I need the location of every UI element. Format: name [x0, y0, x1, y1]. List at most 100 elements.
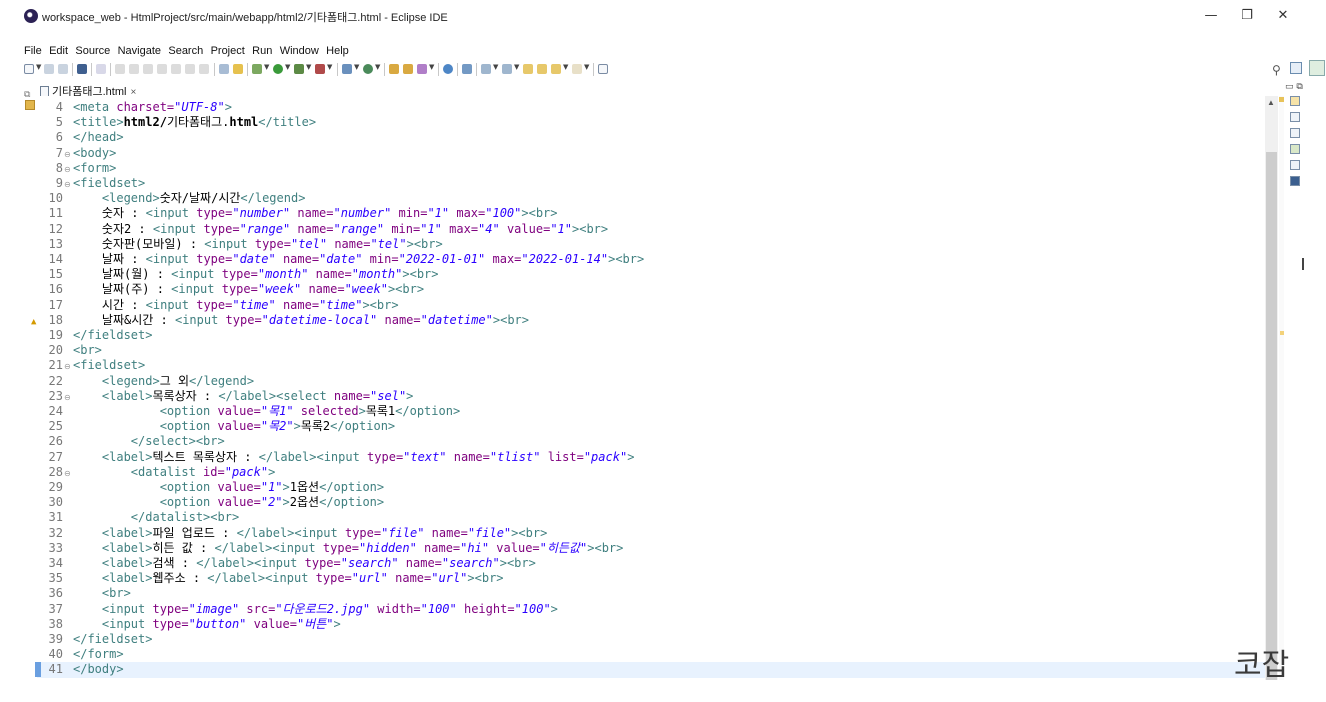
chevron-down-icon[interactable]: ▼: [327, 63, 332, 71]
scroll-up-icon[interactable]: ▲: [1267, 98, 1275, 107]
code-line[interactable]: 39 </fieldset>: [37, 632, 1265, 647]
overview-marker[interactable]: [1280, 331, 1284, 335]
new-server-icon[interactable]: [342, 64, 352, 74]
menu-help[interactable]: Help: [326, 45, 349, 57]
code-line[interactable]: 38 <input type="button" value="버튼">: [37, 617, 1265, 632]
menu-navigate[interactable]: Navigate: [118, 45, 161, 57]
task-list-icon[interactable]: [1290, 112, 1300, 122]
chevron-down-icon[interactable]: ▼: [514, 63, 519, 71]
save-icon[interactable]: [44, 64, 54, 74]
code-line[interactable]: 11 숫자 : <input type="number" name="numbe…: [37, 206, 1265, 221]
code-line[interactable]: 18 ▲ 날짜&시간 : <input type="datetime-local"…: [31, 313, 1265, 328]
skip-breakpoints-icon[interactable]: [96, 64, 106, 74]
chevron-down-icon[interactable]: ▼: [36, 63, 41, 71]
code-line[interactable]: 21 ⊖ <fieldset>: [37, 358, 1265, 373]
menu-edit[interactable]: Edit: [49, 45, 68, 57]
menu-file[interactable]: File: [24, 45, 42, 57]
code-line[interactable]: 26 </select><br>: [37, 434, 1265, 449]
new-file-icon[interactable]: [24, 64, 34, 74]
annotation-icon[interactable]: [462, 64, 472, 74]
code-line[interactable]: 16 날짜(주) : <input type="week" name="week…: [37, 282, 1265, 297]
search-icon[interactable]: ⚲: [1272, 63, 1281, 77]
back-arrow-icon[interactable]: [551, 64, 561, 74]
properties-icon[interactable]: [1290, 128, 1300, 138]
code-line[interactable]: 23 ⊖ <label>목록상자 : </label><select name="…: [37, 389, 1265, 404]
debug-icon[interactable]: [252, 64, 262, 74]
code-line[interactable]: 13 숫자판(모바일) : <input type="tel" name="te…: [37, 237, 1265, 252]
overview-marker[interactable]: [1279, 97, 1284, 102]
overview-ruler[interactable]: [1279, 96, 1284, 680]
back-icon[interactable]: [537, 64, 547, 74]
code-line[interactable]: 31 </datalist><br>: [37, 510, 1265, 525]
chevron-down-icon[interactable]: ▼: [264, 63, 269, 71]
code-line[interactable]: 34 <label>검색 : </label><input type="sear…: [37, 556, 1265, 571]
code-line[interactable]: 37 <input type="image" src="다운로드2.jpg" w…: [37, 602, 1265, 617]
fold-toggle-icon[interactable]: ⊖: [64, 359, 71, 374]
restore-icon[interactable]: ⧉: [24, 89, 30, 100]
scrollbar-thumb[interactable]: [1266, 152, 1277, 680]
external-tools-icon[interactable]: [315, 64, 325, 74]
code-line[interactable]: 22 <legend>그 외</legend>: [37, 374, 1265, 389]
minimize-button[interactable]: —: [1194, 4, 1228, 28]
fold-toggle-icon[interactable]: ⊖: [64, 390, 71, 405]
open-task-icon[interactable]: [403, 64, 413, 74]
search-icon[interactable]: [417, 64, 427, 74]
menu-source[interactable]: Source: [75, 45, 110, 57]
chevron-down-icon[interactable]: ▼: [429, 63, 434, 71]
menu-run[interactable]: Run: [252, 45, 272, 57]
close-button[interactable]: ✕: [1266, 4, 1300, 28]
code-line[interactable]: 41 </body>: [35, 662, 1265, 678]
coverage-icon[interactable]: [294, 64, 304, 74]
code-line[interactable]: 35 <label>웹주소 : </label><input type="url…: [37, 571, 1265, 586]
mark-occurrences-icon[interactable]: [233, 64, 243, 74]
code-line[interactable]: 32 <label>파일 업로드 : </label><input type="…: [37, 526, 1265, 541]
code-line[interactable]: 10 <legend>숫자/날짜/시간</legend>: [37, 191, 1265, 206]
code-line[interactable]: 19 </fieldset>: [37, 328, 1265, 343]
code-line[interactable]: 40 </form>: [37, 647, 1265, 662]
outline-icon[interactable]: [1290, 96, 1300, 106]
code-line[interactable]: 25 <option value="목2">목록2</option>: [37, 419, 1265, 434]
code-line[interactable]: 12 숫자2 : <input type="range" name="range…: [37, 222, 1265, 237]
servers-icon[interactable]: [1290, 144, 1300, 154]
package-explorer-icon[interactable]: [25, 100, 35, 110]
perspective-icon[interactable]: [1309, 60, 1325, 76]
minimize-maximize-icons[interactable]: ▭ ⧉: [1285, 82, 1303, 92]
open-type-icon[interactable]: [389, 64, 399, 74]
code-editor[interactable]: 4 <meta charset="UTF-8"> 5 <title>html2/기타폼…: [31, 96, 1265, 680]
run-icon[interactable]: [273, 64, 283, 74]
terminal-icon[interactable]: [77, 64, 87, 74]
code-line[interactable]: 4 <meta charset="UTF-8">: [37, 100, 1265, 115]
fold-toggle-icon[interactable]: ⊖: [64, 147, 71, 162]
code-line[interactable]: 5 <title>html2/기타폼태그.html</title>: [37, 115, 1265, 130]
code-line[interactable]: 9 ⊖ <fieldset>: [37, 176, 1265, 191]
console-icon[interactable]: [1290, 176, 1300, 186]
menu-project[interactable]: Project: [211, 45, 245, 57]
chevron-down-icon[interactable]: ▼: [354, 63, 359, 71]
code-line[interactable]: 20 <br>: [37, 343, 1265, 358]
code-line[interactable]: 7 ⊖ <body>: [37, 146, 1265, 161]
pin-editor-icon[interactable]: [598, 64, 608, 74]
fold-toggle-icon[interactable]: ⊖: [64, 177, 71, 192]
code-line[interactable]: 15 날짜(월) : <input type="month" name="mon…: [37, 267, 1265, 282]
new-class-icon[interactable]: [363, 64, 373, 74]
chevron-down-icon[interactable]: ▼: [306, 63, 311, 71]
data-source-icon[interactable]: [1290, 160, 1300, 170]
maximize-button[interactable]: ❐: [1230, 4, 1264, 28]
save-all-icon[interactable]: [58, 64, 68, 74]
sash-handle[interactable]: [1302, 258, 1304, 270]
open-perspective-icon[interactable]: [1290, 62, 1302, 74]
chevron-down-icon[interactable]: ▼: [375, 63, 380, 71]
code-line[interactable]: 24 <option value="목1" selected>목록1</opti…: [37, 404, 1265, 419]
fold-toggle-icon[interactable]: ⊖: [64, 466, 71, 481]
code-line[interactable]: 8 ⊖ <form>: [37, 161, 1265, 176]
forward-arrow-icon[interactable]: [572, 64, 582, 74]
fold-toggle-icon[interactable]: ⊖: [64, 162, 71, 177]
chevron-down-icon[interactable]: ▼: [563, 63, 568, 71]
web-browser-icon[interactable]: [443, 64, 453, 74]
toggle-icon[interactable]: [219, 64, 229, 74]
chevron-down-icon[interactable]: ▼: [285, 63, 290, 71]
code-line[interactable]: 17 시간 : <input type="time" name="time"><…: [37, 298, 1265, 313]
code-line[interactable]: 14 날짜 : <input type="date" name="date" m…: [37, 252, 1265, 267]
code-line[interactable]: 30 <option value="2">2옵션</option>: [37, 495, 1265, 510]
code-line[interactable]: 28 ⊖ <datalist id="pack">: [37, 465, 1265, 480]
